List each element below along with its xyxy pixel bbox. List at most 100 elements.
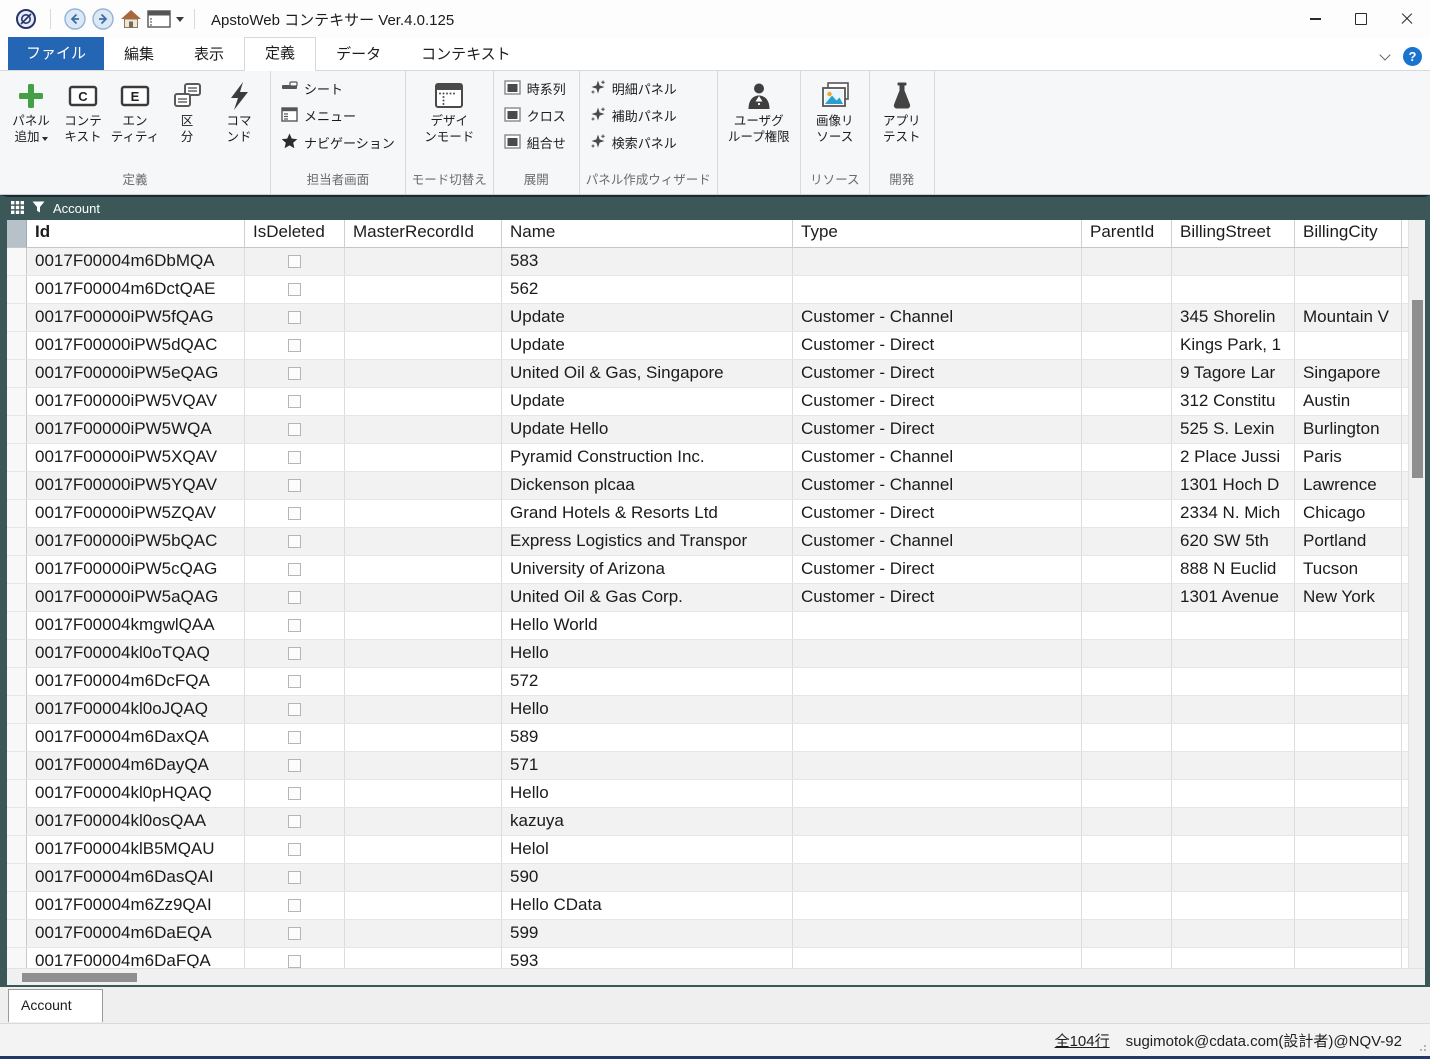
cell-name[interactable]: United Oil & Gas Corp. — [502, 584, 793, 611]
cell-billingStreet[interactable]: 1301 Hoch D — [1172, 472, 1295, 499]
cell-billingCity[interactable] — [1295, 864, 1402, 891]
cross-button[interactable]: クロス — [500, 102, 570, 129]
cell-gutter[interactable] — [7, 948, 27, 968]
column-header-isDeleted[interactable]: IsDeleted — [245, 220, 345, 248]
cell-billingCity[interactable] — [1295, 920, 1402, 947]
cell-isDeleted[interactable] — [245, 276, 345, 303]
cell-masterRecordId[interactable] — [345, 584, 502, 611]
cell-id[interactable]: 0017F00000iPW5WQA — [27, 416, 245, 443]
maximize-button[interactable] — [1338, 0, 1384, 38]
cell-type[interactable] — [793, 668, 1082, 695]
cell-isDeleted[interactable] — [245, 808, 345, 835]
cell-gutter[interactable] — [7, 388, 27, 415]
cell-billingCity[interactable] — [1295, 668, 1402, 695]
cell-type[interactable] — [793, 248, 1082, 275]
cell-parentId[interactable] — [1082, 444, 1172, 471]
cell-isDeleted[interactable] — [245, 444, 345, 471]
column-header-name[interactable]: Name — [502, 220, 793, 248]
isdeleted-checkbox[interactable] — [288, 591, 301, 604]
cell-isDeleted[interactable] — [245, 332, 345, 359]
cell-billingStreet[interactable]: 345 Shorelin — [1172, 304, 1295, 331]
vertical-scrollbar-thumb[interactable] — [1412, 300, 1423, 478]
cell-gutter[interactable] — [7, 780, 27, 807]
cell-billingStreet[interactable] — [1172, 948, 1295, 968]
add-panel-button[interactable]: パネル 追加 — [6, 75, 56, 146]
cell-billingStreet[interactable]: 2334 N. Mich — [1172, 500, 1295, 527]
cell-name[interactable]: 590 — [502, 864, 793, 891]
tab-define[interactable]: 定義 — [244, 37, 316, 71]
cell-parentId[interactable] — [1082, 472, 1172, 499]
cell-parentId[interactable] — [1082, 920, 1172, 947]
cell-type[interactable]: Customer - Direct — [793, 500, 1082, 527]
tab-edit[interactable]: 編集 — [104, 39, 174, 70]
cell-type[interactable] — [793, 808, 1082, 835]
cell-id[interactable]: 0017F00000iPW5cQAG — [27, 556, 245, 583]
cell-billingCity[interactable]: New York — [1295, 584, 1402, 611]
cell-parentId[interactable] — [1082, 612, 1172, 639]
cell-parentId[interactable] — [1082, 808, 1172, 835]
isdeleted-checkbox[interactable] — [288, 843, 301, 856]
cell-masterRecordId[interactable] — [345, 444, 502, 471]
cell-id[interactable]: 0017F00000iPW5ZQAV — [27, 500, 245, 527]
cell-type[interactable] — [793, 696, 1082, 723]
cell-isDeleted[interactable] — [245, 724, 345, 751]
isdeleted-checkbox[interactable] — [288, 283, 301, 296]
cell-id[interactable]: 0017F00000iPW5YQAV — [27, 472, 245, 499]
cell-id[interactable]: 0017F00004m6Zz9QAI — [27, 892, 245, 919]
cell-type[interactable] — [793, 948, 1082, 968]
isdeleted-checkbox[interactable] — [288, 871, 301, 884]
collapse-ribbon-icon[interactable] — [1379, 49, 1390, 60]
app-logo-icon[interactable] — [12, 5, 40, 33]
cell-id[interactable]: 0017F00004kl0osQAA — [27, 808, 245, 835]
cell-isDeleted[interactable] — [245, 752, 345, 779]
cell-isDeleted[interactable] — [245, 248, 345, 275]
cell-parentId[interactable] — [1082, 892, 1172, 919]
isdeleted-checkbox[interactable] — [288, 899, 301, 912]
cell-name[interactable]: Hello — [502, 640, 793, 667]
resize-grip[interactable] — [1424, 1049, 1426, 1051]
cell-gutter[interactable] — [7, 444, 27, 471]
isdeleted-checkbox[interactable] — [288, 927, 301, 940]
cell-id[interactable]: 0017F00000iPW5dQAC — [27, 332, 245, 359]
cell-gutter[interactable] — [7, 920, 27, 947]
cell-type[interactable] — [793, 920, 1082, 947]
design-mode-button[interactable]: デザイ ンモード — [416, 75, 482, 146]
cell-name[interactable]: 589 — [502, 724, 793, 751]
cell-masterRecordId[interactable] — [345, 612, 502, 639]
cell-masterRecordId[interactable] — [345, 724, 502, 751]
minimize-button[interactable] — [1292, 0, 1338, 38]
cell-parentId[interactable] — [1082, 640, 1172, 667]
isdeleted-checkbox[interactable] — [288, 815, 301, 828]
tab-data[interactable]: データ — [316, 39, 401, 70]
category-button[interactable]: 区 分 — [162, 75, 212, 146]
cell-isDeleted[interactable] — [245, 556, 345, 583]
cell-gutter[interactable] — [7, 500, 27, 527]
cell-id[interactable]: 0017F00004m6DaFQA — [27, 948, 245, 968]
cell-type[interactable]: Customer - Direct — [793, 416, 1082, 443]
cell-billingStreet[interactable] — [1172, 724, 1295, 751]
cell-masterRecordId[interactable] — [345, 864, 502, 891]
cell-name[interactable]: Update — [502, 304, 793, 331]
cell-name[interactable]: 599 — [502, 920, 793, 947]
horizontal-scrollbar-thumb[interactable] — [22, 973, 137, 982]
cell-name[interactable]: Hello World — [502, 612, 793, 639]
horizontal-scrollbar[interactable] — [7, 968, 1425, 985]
cell-billingCity[interactable] — [1295, 808, 1402, 835]
cell-name[interactable]: Hello CData — [502, 892, 793, 919]
cell-gutter[interactable] — [7, 360, 27, 387]
cell-parentId[interactable] — [1082, 696, 1172, 723]
isdeleted-checkbox[interactable] — [288, 311, 301, 324]
cell-name[interactable]: 562 — [502, 276, 793, 303]
cell-masterRecordId[interactable] — [345, 528, 502, 555]
image-resource-button[interactable]: 画像リ ソース — [807, 75, 863, 146]
grid-layout-icon[interactable] — [11, 201, 24, 217]
cell-masterRecordId[interactable] — [345, 332, 502, 359]
cell-billingStreet[interactable]: 620 SW 5th — [1172, 528, 1295, 555]
isdeleted-checkbox[interactable] — [288, 703, 301, 716]
search-panel-button[interactable]: 検索パネル — [586, 129, 681, 156]
cell-id[interactable]: 0017F00000iPW5VQAV — [27, 388, 245, 415]
cell-masterRecordId[interactable] — [345, 360, 502, 387]
cell-billingCity[interactable] — [1295, 696, 1402, 723]
cell-isDeleted[interactable] — [245, 948, 345, 968]
app-test-button[interactable]: アプリ テスト — [876, 75, 928, 146]
